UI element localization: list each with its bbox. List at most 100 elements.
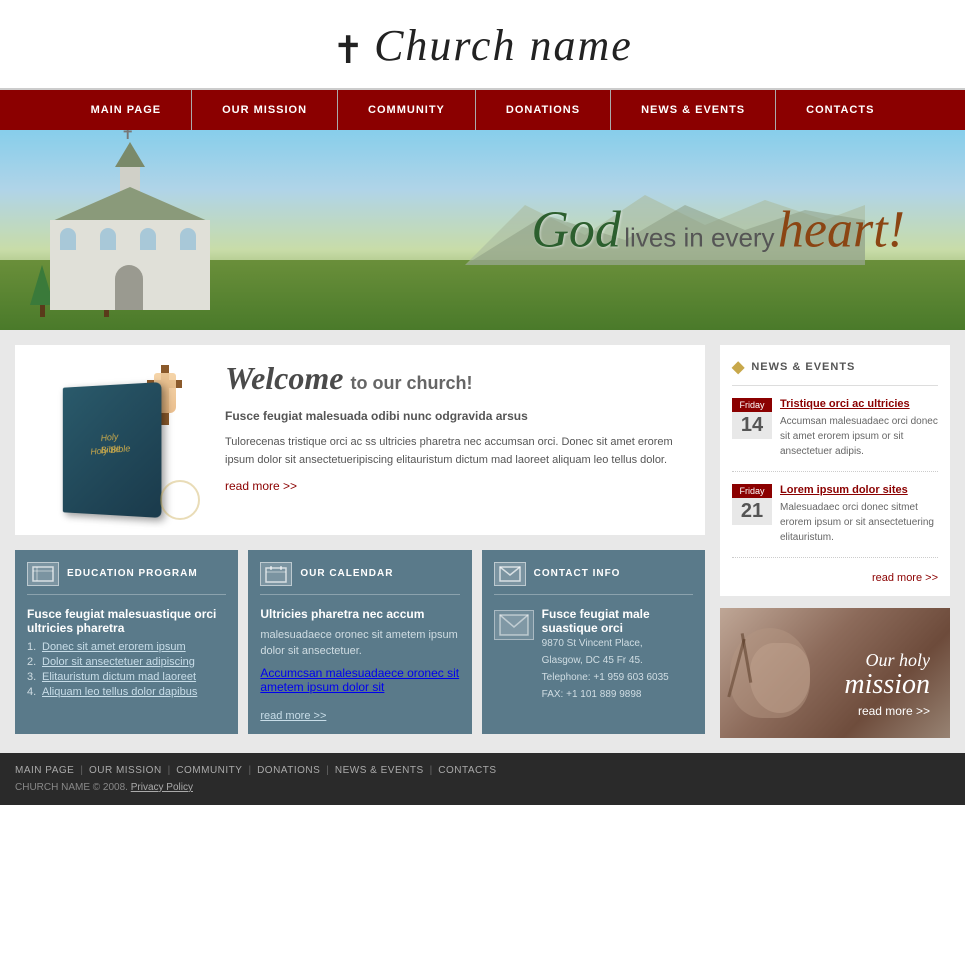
news-item-1: Friday 14 Tristique orci ac ultricies Ac… [732,398,938,472]
three-column-section: EDUCATION PROGRAM Fusce feugiat malesuas… [15,550,705,734]
education-list: Donec sit amet erorem ipsum Dolor sit an… [27,641,226,698]
footer-our-mission[interactable]: OUR MISSION [89,765,162,776]
news-diamond-icon: ◆ [732,357,745,377]
news-header-label: NEWS & EVENTS [751,361,855,373]
footer-divider-2: | [168,765,171,776]
contact-city: Glasgow, DC 45 Fr 45. [542,652,693,669]
contact-header: CONTACT INFO [494,562,693,595]
news-events-section: ◆ NEWS & EVENTS Friday 14 Tristique orci… [720,345,950,596]
nav-news-events[interactable]: NEWS & EVENTS [611,90,775,130]
contact-telephone: Telephone: +1 959 603 6035 [542,669,693,686]
contact-inner: Fusce feugiat male suastique orci 9870 S… [494,607,693,703]
tagline-middle: lives in every [624,222,774,252]
main-navigation: MAIN PAGE OUR MISSION COMMUNITY DONATION… [0,90,965,130]
edu-link-2[interactable]: Dolor sit ansectetuer adipiscing [42,656,195,668]
contact-heading: Fusce feugiat male suastique orci [542,607,650,635]
contact-fax: FAX: +1 101 889 9898 [542,686,693,703]
footer-divider-5: | [430,765,433,776]
list-item: Elitauristum dictum mad laoreet [27,671,226,683]
content-left: HolyBible Welcome to our church! Fusce f… [15,345,705,738]
site-title-text: Church name [374,21,633,70]
banner-tagline: God lives in every heart! [531,200,905,259]
footer-privacy-policy[interactable]: Privacy Policy [131,782,193,793]
news-read-more[interactable]: read more >> [872,572,938,584]
news-header: ◆ NEWS & EVENTS [732,357,938,386]
mail-icon [494,610,534,640]
tagline-heart: heart! [778,201,905,258]
news-title-1[interactable]: Tristique orci ac ultricies [780,398,938,410]
edu-link-4[interactable]: Aliquam leo tellus dolor dapibus [42,686,197,698]
date-box-2: Friday 21 [732,484,772,545]
edu-link-3[interactable]: Elitauristum dictum mad laoreet [42,671,196,683]
calendar-heading: Ultricies pharetra nec accum [260,607,459,621]
education-heading: Fusce feugiat malesuastique orci ultrici… [27,607,226,635]
news-title-2[interactable]: Lorem ipsum dolor sites [780,484,938,496]
welcome-section: HolyBible Welcome to our church! Fusce f… [15,345,705,535]
calendar-header: OUR CALENDAR [260,562,459,595]
sidebar: ◆ NEWS & EVENTS Friday 14 Tristique orci… [720,345,950,738]
footer-bottom: CHURCH NAME © 2008. Privacy Policy [15,782,950,793]
news-content-1: Tristique orci ac ultricies Accumsan mal… [780,398,938,459]
list-item: Aliquam leo tellus dolor dapibus [27,686,226,698]
nav-main-page[interactable]: MAIN PAGE [61,90,192,130]
education-icon [27,562,59,586]
education-header: EDUCATION PROGRAM [27,562,226,595]
welcome-heading: Welcome to our church! [225,360,690,397]
nav-contacts[interactable]: CONTACTS [776,90,904,130]
day-num-2: 21 [732,498,772,525]
mission-label: mission [844,671,930,699]
hero-banner: ✝ God lives in every heart! [0,130,965,330]
day-num-1: 14 [732,412,772,439]
calendar-body: malesuadaece oronec sit ametem ipsum dol… [260,627,459,660]
mission-our: Our holy [844,650,930,671]
edu-link-1[interactable]: Donec sit amet erorem ipsum [42,641,186,653]
contact-details: Fusce feugiat male suastique orci 9870 S… [542,607,693,703]
contact-header-label: CONTACT INFO [534,568,621,579]
calendar-link[interactable]: Accumcsan malesuadaece oronec sit ametem… [260,666,459,694]
site-footer: MAIN PAGE | OUR MISSION | COMMUNITY | DO… [0,753,965,805]
footer-divider-3: | [248,765,251,776]
list-item: Donec sit amet erorem ipsum [27,641,226,653]
nav-donations[interactable]: DONATIONS [476,90,610,130]
footer-news-events[interactable]: NEWS & EVENTS [335,765,424,776]
footer-divider-1: | [80,765,83,776]
footer-navigation: MAIN PAGE | OUR MISSION | COMMUNITY | DO… [15,765,950,776]
site-header: ✝Church name [0,0,965,90]
news-body-2: Malesuadaec orci donec sitmet erorem ips… [780,500,938,545]
main-content: HolyBible Welcome to our church! Fusce f… [0,330,965,753]
calendar-icon [260,562,292,586]
welcome-intro: Fusce feugiat malesuada odibi nunc odgra… [225,407,690,426]
contact-address: 9870 St Vincent Place, [542,635,693,652]
contact-icon [494,562,526,586]
cross-icon: ✝ [332,30,366,72]
footer-copyright: CHURCH NAME © 2008. [15,782,128,793]
day-label-2: Friday [732,484,772,498]
mission-text: Our holy mission [844,650,930,699]
contact-box: CONTACT INFO Fusce feugiat male suastiqu… [482,550,705,734]
calendar-box: OUR CALENDAR Ultricies pharetra nec accu… [248,550,471,734]
education-header-label: EDUCATION PROGRAM [67,568,198,579]
welcome-body: Tulorecenas tristique orci ac ss ultrici… [225,434,690,469]
bible-image: HolyBible [30,360,210,520]
calendar-header-label: OUR CALENDAR [300,568,393,579]
calendar-read-more[interactable]: read more >> [260,710,326,722]
news-item-2: Friday 21 Lorem ipsum dolor sites Malesu… [732,484,938,558]
footer-donations[interactable]: DONATIONS [257,765,320,776]
footer-divider-4: | [326,765,329,776]
nav-our-mission[interactable]: OUR MISSION [192,90,337,130]
tagline-god: God [531,201,621,258]
bible-book: HolyBible [63,382,162,518]
welcome-text-area: Welcome to our church! Fusce feugiat mal… [225,360,690,520]
nav-community[interactable]: COMMUNITY [338,90,475,130]
footer-main-page[interactable]: MAIN PAGE [15,765,74,776]
day-label-1: Friday [732,398,772,412]
mission-read-more[interactable]: read more >> [858,704,930,718]
news-body-1: Accumsan malesuadaec orci donec sit amet… [780,414,938,459]
footer-community[interactable]: COMMUNITY [176,765,242,776]
footer-contacts[interactable]: CONTACTS [438,765,496,776]
education-box: EDUCATION PROGRAM Fusce feugiat malesuas… [15,550,238,734]
news-read-more-container: read more >> [732,570,938,584]
mission-banner: Our holy mission read more >> [720,608,950,738]
welcome-read-more[interactable]: read more >> [225,479,297,493]
date-box-1: Friday 14 [732,398,772,459]
